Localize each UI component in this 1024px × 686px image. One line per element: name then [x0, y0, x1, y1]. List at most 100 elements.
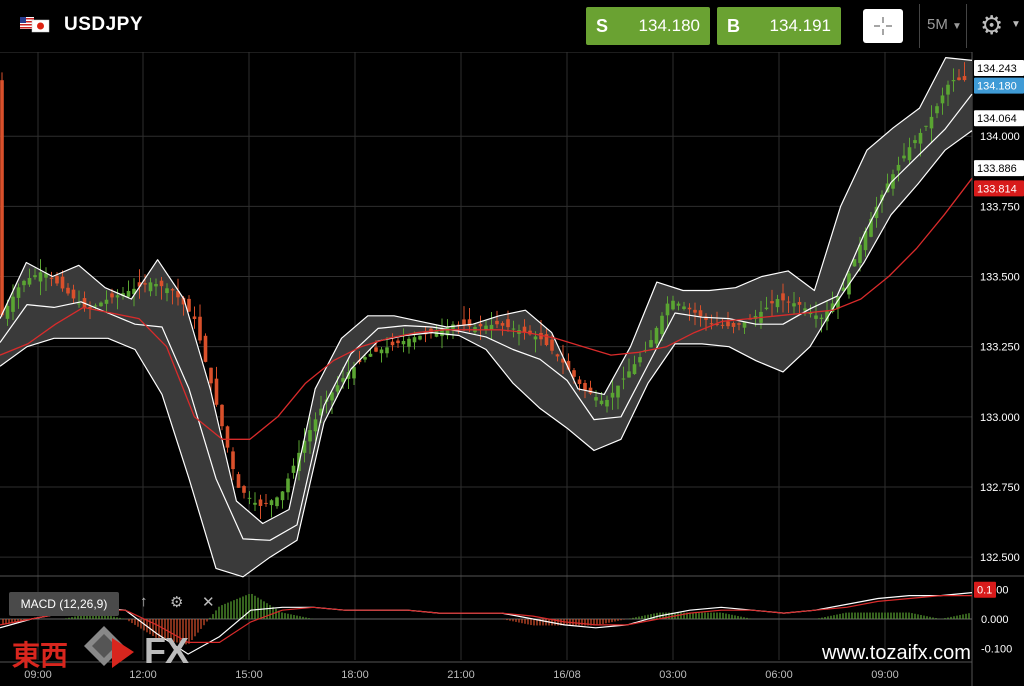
candle-body [484, 325, 488, 330]
candle-body [11, 296, 15, 312]
candle-body [671, 300, 675, 310]
candle-body [363, 357, 367, 360]
candle-body [951, 80, 956, 82]
candle-body [253, 502, 257, 505]
candle-body [660, 315, 664, 335]
candle-body [522, 326, 527, 333]
candle-body [401, 340, 406, 345]
candle-body [896, 164, 901, 171]
candle-body [275, 497, 279, 507]
price-tick-label: 133.250 [980, 342, 1020, 354]
candle-body [99, 302, 103, 307]
candle-body [143, 283, 147, 285]
close-icon[interactable]: ✕ [202, 593, 215, 611]
macd-tick-label: -0.100 [981, 643, 1012, 655]
sell-label: S [596, 16, 609, 36]
macd-tick-label: 0.000 [981, 614, 1009, 626]
timeframe-select[interactable]: 5M ▼ [927, 16, 962, 33]
symbol-title: USDJPY [64, 14, 144, 35]
candle-body [66, 287, 70, 294]
candle-body [16, 287, 21, 298]
candle-body [165, 288, 169, 294]
candle-body [621, 378, 626, 380]
gear-icon[interactable]: ⚙ [170, 593, 183, 611]
sell-price: 134.180 [638, 16, 700, 35]
candle-body [225, 426, 230, 448]
candle-body [148, 282, 153, 292]
candle-body [797, 301, 802, 305]
candle-body [632, 364, 637, 375]
candle-body [192, 316, 197, 320]
candle-body [313, 419, 318, 432]
price-chart[interactable]: 134.000 133.750 133.500 133.250 133.000 132.7… [0, 0, 1024, 686]
price-axis: 134.000 133.750 133.500 133.250 133.000 132.7… [974, 59, 1024, 655]
candle-body [770, 301, 774, 304]
buy-button[interactable]: B 134.191 [717, 7, 841, 45]
logo-diamond-icon [84, 626, 134, 668]
candle-body [918, 132, 923, 144]
candle-body [698, 310, 703, 317]
candle-body [572, 370, 576, 377]
candle-body [77, 303, 81, 305]
candle-body [203, 335, 208, 362]
arrow-up-icon[interactable]: ↑ [140, 593, 148, 610]
candle-body [396, 340, 400, 344]
chevron-down-icon[interactable]: ▼ [1011, 19, 1021, 30]
candle-body [935, 106, 939, 114]
gear-icon[interactable]: ⚙ [980, 10, 1003, 41]
candle-body [352, 367, 356, 379]
candle-body [902, 155, 906, 159]
candle-body [907, 147, 912, 161]
price-tick-label: 134.000 [980, 131, 1020, 143]
candle-body [368, 353, 373, 357]
price-tick-label: 132.500 [980, 552, 1020, 564]
time-label: 21:00 [447, 669, 475, 681]
candle-body [511, 328, 516, 330]
candle-body [93, 305, 98, 307]
candle-body [407, 338, 411, 347]
time-label: 03:00 [659, 669, 687, 681]
candle-body [693, 309, 697, 313]
candle-body [55, 276, 59, 284]
time-label: 06:00 [765, 669, 793, 681]
price-tag-label: 134.243 [977, 63, 1017, 75]
candle-body [599, 400, 604, 405]
candle-body [38, 272, 43, 282]
candle-body [269, 500, 274, 506]
candle-body [187, 298, 191, 312]
candle-body [258, 499, 263, 506]
candle-body [764, 307, 769, 310]
macd-indicator-label[interactable]: MACD (12,26,9) [9, 592, 119, 616]
time-label: 15:00 [235, 669, 263, 681]
candle-body [726, 321, 730, 327]
candle-body [731, 323, 736, 327]
candle-body [792, 303, 796, 307]
price-tag-label: 133.886 [977, 163, 1017, 175]
price-tag-label: 134.064 [977, 113, 1017, 125]
sell-button[interactable]: S 134.180 [586, 7, 710, 45]
candle-body [506, 319, 510, 328]
buy-price: 134.191 [769, 16, 831, 35]
candle-body [220, 404, 224, 427]
candle-body [33, 275, 37, 278]
candle-body [478, 323, 483, 327]
candle-body [104, 299, 109, 304]
crosshair-button[interactable] [863, 9, 903, 43]
chevron-down-icon: ▼ [952, 21, 962, 32]
candle-body [495, 320, 499, 325]
candle-body [665, 303, 670, 316]
candle-body [946, 84, 950, 95]
candle-body [962, 76, 967, 81]
candle-body [390, 341, 395, 346]
macd-tag-label: 0.1 [977, 585, 992, 597]
candle-body [577, 379, 582, 384]
top-bar: USDJPY S 134.180 B 134.191 5M ▼ ⚙ ▼ [0, 0, 1024, 52]
candle-body [803, 308, 807, 311]
candle-body [649, 340, 653, 348]
candle-body [775, 299, 780, 308]
candle-body [924, 125, 928, 127]
logo-fx: FX [144, 630, 189, 671]
candle-body [170, 289, 175, 291]
candle-body [115, 295, 120, 298]
candle-body [500, 323, 505, 326]
